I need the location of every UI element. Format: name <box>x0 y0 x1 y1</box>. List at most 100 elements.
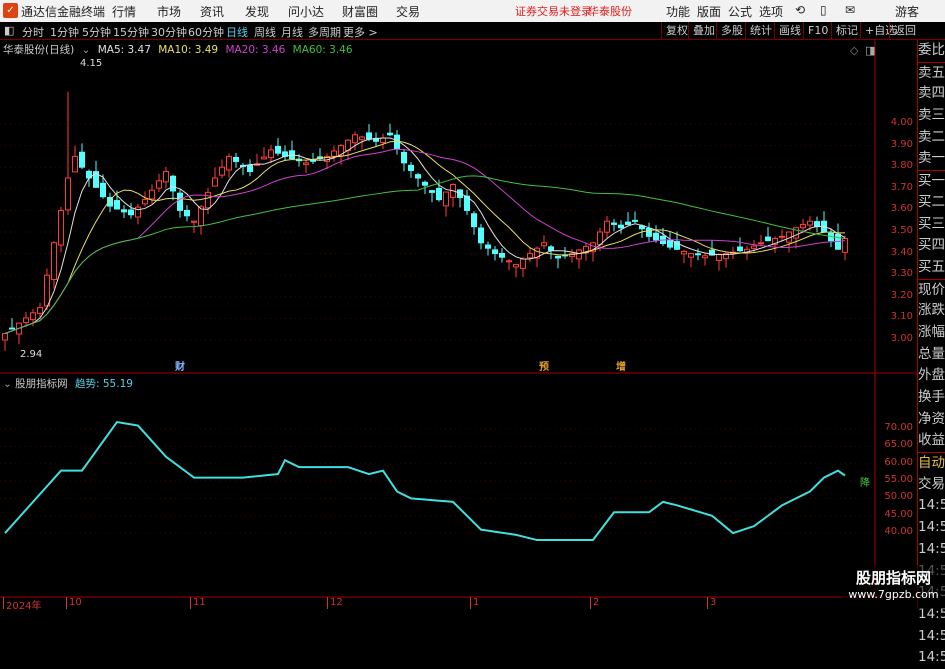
quote-field[interactable]: 买四 <box>918 235 945 257</box>
candle-body <box>408 164 414 171</box>
ma60-label: MA60: 3.46 <box>292 44 353 56</box>
quote-field[interactable]: 14:56 <box>918 626 945 648</box>
candle-body <box>681 250 687 255</box>
quote-field[interactable]: 买五 <box>918 257 945 279</box>
candle-body <box>751 245 757 249</box>
price-tick: 3.40 <box>890 246 913 258</box>
quote-field[interactable]: 买一 <box>918 170 945 192</box>
candle-body <box>555 255 561 259</box>
candle-body <box>702 255 708 259</box>
candle-body <box>548 246 554 251</box>
candle-body <box>716 253 722 261</box>
quote-field[interactable]: 外盘 <box>918 365 945 387</box>
candle-body <box>401 151 407 164</box>
indicator-legend: ⌄ 股朋指标网 趋势: 55.19 <box>3 376 133 391</box>
candle-body <box>198 206 204 227</box>
quote-field[interactable]: 14:56 <box>918 539 945 561</box>
quote-field[interactable]: 涨跌 <box>918 300 945 322</box>
candle-body <box>205 191 211 209</box>
date-tick: 2024年 <box>3 597 41 612</box>
candle-body <box>695 253 701 256</box>
candle-body <box>513 263 519 268</box>
candle-body <box>9 327 15 330</box>
candle-body <box>65 177 71 211</box>
kline-chart[interactable] <box>0 0 917 609</box>
quote-field[interactable]: 14:55 <box>918 517 945 539</box>
candle-body <box>758 242 764 245</box>
diamond-icon[interactable]: ◇ <box>850 44 858 57</box>
price-tick: 3.70 <box>890 181 913 193</box>
candle-body <box>114 200 120 210</box>
event-marker-forecast[interactable]: 预 <box>539 358 549 373</box>
quote-field[interactable]: 交易 <box>918 474 945 496</box>
collapse-icon[interactable]: ⌄ <box>3 378 12 390</box>
quote-field[interactable]: 买三 <box>918 214 945 236</box>
quote-field[interactable]: 委比 <box>918 40 945 62</box>
collapse-icon[interactable]: ⌄ <box>82 44 91 56</box>
trend-value: 趋势: 55.19 <box>75 378 133 390</box>
trend-tick: 60.00 <box>884 456 913 468</box>
candle-body <box>366 132 372 140</box>
event-marker-finance[interactable]: 财 <box>175 358 185 373</box>
quote-field[interactable]: 现价 <box>918 278 945 301</box>
candle-body <box>79 151 85 168</box>
quote-field[interactable]: 14:55 <box>918 495 945 517</box>
candle-body <box>653 232 659 241</box>
candle-body <box>23 317 29 323</box>
candle-body <box>632 219 638 222</box>
trend-tick: 70.00 <box>884 422 913 433</box>
candle-body <box>443 191 449 207</box>
quote-field[interactable]: 净资 <box>918 409 945 431</box>
candle-body <box>541 242 547 247</box>
quote-field[interactable]: 卖一 <box>918 148 945 170</box>
candle-body <box>520 258 526 269</box>
candle-body <box>58 209 64 246</box>
event-marker-increase[interactable]: 增 <box>616 358 626 373</box>
candle-body <box>800 223 806 229</box>
candle-body <box>737 246 743 252</box>
candle-body <box>30 312 36 321</box>
candle-body <box>611 222 617 225</box>
panel-icon[interactable]: ◨ <box>865 44 875 57</box>
candle-body <box>765 236 771 242</box>
candle-body <box>387 132 393 136</box>
price-tick: 3.60 <box>890 203 913 215</box>
candle-body <box>163 171 169 183</box>
candle-body <box>310 159 316 162</box>
watermark-url: www.7gpzb.com <box>848 588 939 601</box>
quote-field[interactable]: 卖三 <box>918 105 945 127</box>
quote-field[interactable]: 收益 <box>918 430 945 452</box>
candle-body <box>177 192 183 211</box>
price-tick: 3.10 <box>890 311 913 323</box>
date-tick: 2 <box>590 597 599 609</box>
candle-body <box>135 206 141 218</box>
price-tick: 3.50 <box>890 225 913 236</box>
ma5-label: MA5: 3.47 <box>97 44 151 56</box>
candle-body <box>625 221 631 225</box>
candle-body <box>352 134 358 144</box>
candle-body <box>492 249 498 255</box>
date-tick: 10 <box>66 597 82 609</box>
candle-body <box>72 155 78 173</box>
trend-tick: 65.00 <box>884 439 913 451</box>
stock-name: 华泰股份(日线) <box>3 44 75 56</box>
quote-field[interactable]: 总量 <box>918 344 945 366</box>
trend-tick: 45.00 <box>884 508 913 520</box>
candle-body <box>121 209 127 213</box>
quote-field[interactable]: 自动 <box>918 452 945 474</box>
ma20-label: MA20: 3.46 <box>225 44 286 56</box>
candle-body <box>184 209 190 217</box>
quote-field[interactable]: 卖四 <box>918 83 945 105</box>
candle-body <box>506 260 512 263</box>
quote-field[interactable]: 换手 <box>918 387 945 409</box>
candle-body <box>478 227 484 244</box>
trend-tick: 50.00 <box>884 491 913 503</box>
quote-field[interactable]: 卖二 <box>918 127 945 149</box>
quote-field[interactable]: 涨幅 <box>918 322 945 344</box>
quote-field[interactable]: 买二 <box>918 192 945 214</box>
candle-body <box>576 249 582 260</box>
quote-field[interactable]: 卖五 <box>918 61 945 84</box>
candle-body <box>128 209 134 216</box>
candle-body <box>51 242 57 281</box>
quote-field[interactable]: 14:56 <box>918 647 945 669</box>
